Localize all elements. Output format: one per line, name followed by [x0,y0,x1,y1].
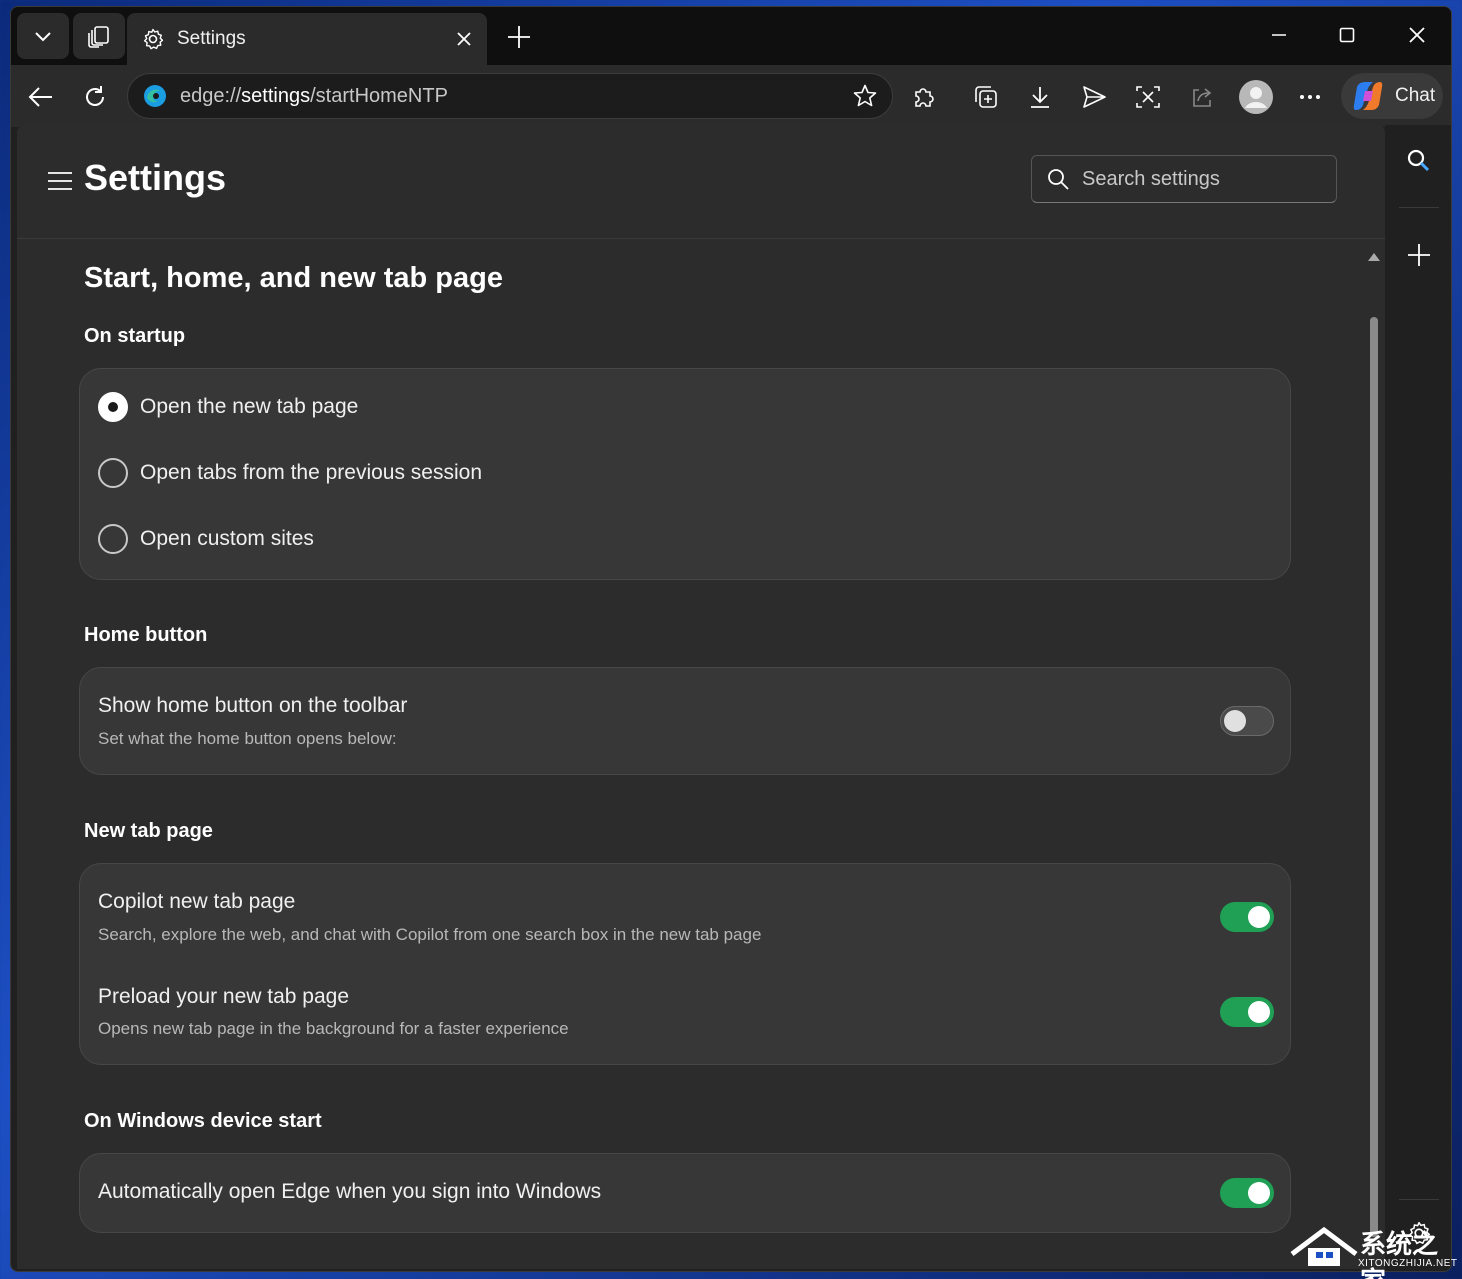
watermark-text: 系统之家 [1360,1230,1439,1279]
radio-label: Open the new tab page [140,395,359,418]
watermark: 系统之家 XITONGZHIJIA.NET [1290,1220,1460,1279]
maximize-icon [1339,27,1355,43]
workspaces-icon [88,26,109,48]
minimize-button[interactable] [1249,15,1309,55]
radio-button[interactable] [98,392,128,422]
copilot-ntp-subtitle: Search, explore the web, and chat with C… [98,925,762,944]
scroll-up-arrow-icon[interactable] [1368,253,1380,261]
right-sidebar [1385,125,1451,1271]
more-button[interactable] [1291,78,1329,116]
on-startup-card: Open the new tab page Open tabs from the… [79,368,1291,580]
startup-option-new-tab[interactable]: Open the new tab page [98,389,358,425]
windows-start-card: Automatically open Edge when you sign in… [79,1153,1291,1233]
download-icon [1031,87,1049,108]
send-button[interactable] [1075,78,1113,116]
settings-content: Start, home, and new tab page On startup… [17,240,1385,1269]
plus-icon [508,26,530,48]
radio-button[interactable] [98,458,128,488]
startup-option-custom-sites[interactable]: Open custom sites [98,521,314,557]
close-tab-icon[interactable] [455,30,473,48]
browser-toolbar: edge://settings/startHomeNTP Chat [11,65,1451,127]
new-tab-page-card: Copilot new tab page Search, explore the… [79,863,1291,1065]
new-tab-page-heading: New tab page [84,820,213,842]
gear-icon [143,28,164,50]
profile-button[interactable] [1237,78,1275,116]
tab-title: Settings [177,28,246,49]
search-settings-box[interactable] [1031,155,1337,203]
preload-ntp-toggle[interactable] [1220,997,1274,1027]
browser-window: Settings edge://settings/startHomeNTP Ch… [10,6,1452,1272]
auto-open-edge-title: Automatically open Edge when you sign in… [98,1180,602,1203]
chat-label: Chat [1395,85,1436,106]
radio-button[interactable] [98,524,128,554]
workspaces-button[interactable] [73,13,125,59]
tab-actions-button[interactable] [17,13,69,59]
windows-start-heading: On Windows device start [84,1110,322,1132]
back-button[interactable] [21,77,61,117]
copilot-logo-icon [1353,82,1383,110]
scrollbar[interactable] [1367,245,1381,1269]
share-icon [1193,88,1212,107]
collections-button[interactable] [967,78,1005,116]
maximize-button[interactable] [1317,15,1377,55]
screenshot-icon [1136,86,1160,108]
plus-icon [1408,244,1430,266]
title-bar: Settings [11,7,1451,65]
address-url: edge://settings/startHomeNTP [180,84,448,107]
sidebar-search-button[interactable] [1401,143,1437,179]
collections-icon [975,86,997,108]
more-icon [1300,95,1320,99]
preload-ntp-subtitle: Opens new tab page in the background for… [98,1019,569,1038]
auto-open-edge-toggle[interactable] [1220,1178,1274,1208]
search-icon [1048,169,1069,190]
radio-label: Open tabs from the previous session [140,461,483,484]
home-button-title: Show home button on the toolbar [98,694,408,717]
preload-ntp-title: Preload your new tab page [98,985,350,1008]
startup-option-previous-session[interactable]: Open tabs from the previous session [98,455,482,491]
settings-page: Settings Start, home, and new tab page O… [17,125,1385,1269]
share-button[interactable] [1183,78,1221,116]
home-button-subtitle: Set what the home button opens below: [98,729,397,748]
watermark-logo-icon [1290,1226,1358,1266]
on-startup-heading: On startup [84,325,186,347]
home-button-heading: Home button [84,624,208,646]
avatar [1239,80,1273,114]
search-input[interactable] [1082,167,1322,191]
tab-settings[interactable]: Settings [127,13,487,65]
menu-icon[interactable] [47,169,73,193]
home-button-card: Show home button on the toolbar Set what… [79,667,1291,775]
sidebar-add-button[interactable] [1401,237,1437,273]
sidebar-divider [1399,1199,1439,1200]
refresh-button[interactable] [75,77,115,117]
radio-label: Open custom sites [140,527,314,550]
home-button-toggle[interactable] [1220,706,1274,736]
screenshot-button[interactable] [1129,78,1167,116]
extensions-button[interactable] [905,78,943,116]
copilot-chat-button[interactable]: Chat [1341,73,1443,119]
chevron-down-icon [35,32,51,42]
settings-header: Settings [17,125,1385,239]
puzzle-icon [915,88,934,107]
copilot-ntp-title: Copilot new tab page [98,890,296,913]
copilot-ntp-toggle[interactable] [1220,902,1274,932]
minimize-icon [1272,34,1286,36]
search-icon [1407,149,1430,172]
downloads-button[interactable] [1021,78,1059,116]
new-tab-button[interactable] [499,17,539,57]
close-window-button[interactable] [1387,15,1447,55]
address-bar[interactable]: edge://settings/startHomeNTP [127,73,893,119]
refresh-icon [86,86,104,106]
edge-logo-icon [144,85,166,107]
watermark-subtext: XITONGZHIJIA.NET [1358,1258,1458,1269]
star-icon[interactable] [852,83,878,109]
scroll-thumb[interactable] [1370,317,1378,1237]
page-title: Settings [84,157,227,198]
arrow-left-icon [28,87,52,107]
section-title: Start, home, and new tab page [84,262,503,294]
sidebar-divider [1399,207,1439,208]
send-icon [1083,86,1106,108]
close-icon [1409,27,1425,43]
